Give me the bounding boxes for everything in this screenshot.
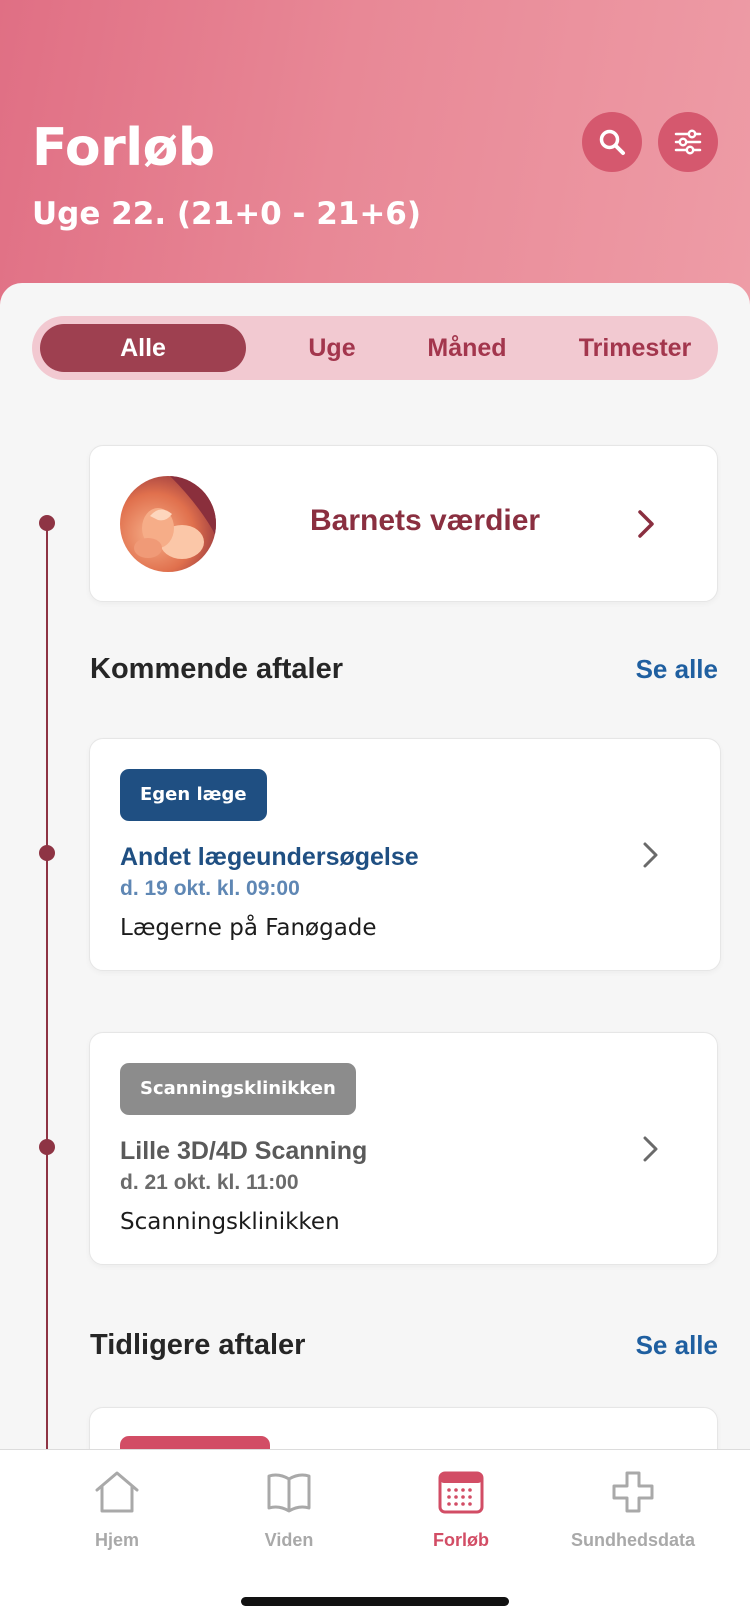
calendar-icon: [438, 1471, 484, 1514]
search-icon: [599, 129, 625, 155]
tab-progress[interactable]: Forløb: [376, 1468, 546, 1551]
tab-health-data[interactable]: Sundhedsdata: [548, 1468, 718, 1551]
filter-month[interactable]: Måned: [402, 324, 532, 372]
tab-label: Hjem: [94, 1530, 139, 1550]
provider-tag: [120, 1436, 270, 1449]
timeline-dot: [39, 515, 55, 531]
appointment-card[interactable]: Scanningsklinikken Lille 3D/4D Scanning …: [89, 1032, 718, 1265]
filter-week[interactable]: Uge: [272, 324, 392, 372]
health-cross-icon: [612, 1471, 654, 1513]
baby-values-title: Barnets værdier: [310, 504, 541, 537]
week-subtitle: Uge 22. (21+0 - 21+6): [32, 196, 422, 232]
filter-button[interactable]: [658, 112, 718, 172]
chevron-right-icon: [643, 842, 658, 868]
appointment-title: Lille 3D/4D Scanning: [120, 1137, 368, 1165]
timeline-dot: [39, 845, 55, 861]
previous-see-all-link[interactable]: Se alle: [636, 1330, 718, 1361]
content-sheet: Alle Uge Måned Trimester Barnets værdier…: [0, 283, 750, 1449]
page-title: Forløb: [32, 118, 215, 178]
chevron-right-icon: [643, 1136, 658, 1162]
baby-values-card[interactable]: Barnets værdier: [89, 445, 718, 602]
appointment-date: d. 19 okt. kl. 09:00: [120, 877, 300, 900]
appointment-date: d. 21 okt. kl. 11:00: [120, 1171, 299, 1194]
tab-knowledge[interactable]: Viden: [204, 1468, 374, 1551]
fetus-illustration: [120, 476, 216, 572]
upcoming-section-title: Kommende aftaler: [90, 653, 344, 685]
chevron-right-icon: [638, 510, 654, 538]
sliders-icon: [674, 129, 702, 155]
page-header: Forløb Uge 22. (21+0 - 21+6): [0, 0, 750, 320]
appointment-location: Scanningsklinikken: [120, 1209, 340, 1235]
search-button[interactable]: [582, 112, 642, 172]
provider-tag: Scanningsklinikken: [120, 1063, 356, 1115]
appointment-card[interactable]: [89, 1407, 718, 1449]
upcoming-see-all-link[interactable]: Se alle: [636, 654, 718, 685]
home-icon: [95, 1471, 139, 1513]
tab-label: Viden: [264, 1530, 314, 1550]
filter-trimester[interactable]: Trimester: [560, 324, 710, 372]
appointment-location: Lægerne på Fanøgade: [120, 915, 377, 941]
filter-all[interactable]: Alle: [40, 324, 246, 372]
timeline-dot: [39, 1139, 55, 1155]
tab-label: Forløb: [433, 1530, 489, 1550]
book-icon: [267, 1473, 311, 1513]
period-filter: Alle Uge Måned Trimester: [32, 316, 718, 380]
home-indicator: [241, 1597, 509, 1606]
tab-home[interactable]: Hjem: [32, 1468, 202, 1551]
tab-label: Sundhedsdata: [570, 1530, 695, 1550]
appointment-card[interactable]: Egen læge Andet lægeundersøgelse d. 19 o…: [89, 738, 721, 971]
timeline-line: [46, 523, 48, 1449]
appointment-title: Andet lægeundersøgelse: [120, 843, 419, 871]
previous-section-title: Tidligere aftaler: [90, 1329, 306, 1361]
provider-tag: Egen læge: [120, 769, 267, 821]
